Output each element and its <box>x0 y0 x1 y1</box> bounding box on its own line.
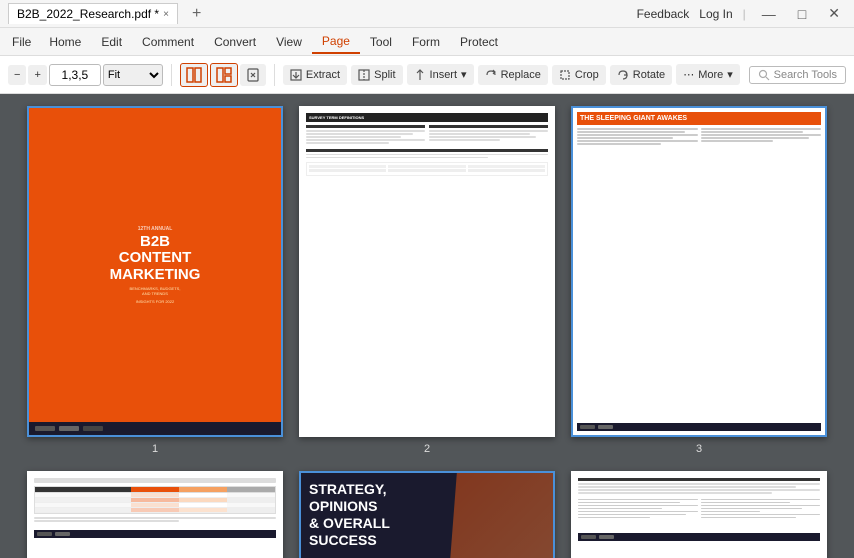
rotate-button[interactable]: Rotate <box>610 65 672 85</box>
more-button[interactable]: ⋯ More ▾ <box>676 64 740 85</box>
search-icon <box>758 69 770 81</box>
separator: | <box>743 7 746 21</box>
zoom-dropdown[interactable]: Fit <box>103 64 163 86</box>
page-frame-3[interactable]: THE SLEEPING GIANT AWAKES <box>571 106 827 437</box>
title-bar-left: B2B_2022_Research.pdf * × + <box>8 3 207 24</box>
split-button[interactable]: Split <box>351 65 402 85</box>
rotate-icon <box>617 69 629 81</box>
pages-grid: 12TH ANNUAL B2BCONTENTMARKETING BENCHMAR… <box>27 106 827 558</box>
replace-button[interactable]: Replace <box>478 65 548 85</box>
file-menu[interactable]: File <box>4 35 39 49</box>
page-thumb-5: STRATEGY,OPINIONS& OVERALLSUCCESS 5 <box>299 471 555 558</box>
menu-bar: File Home Edit Comment Convert View Page… <box>0 28 854 56</box>
arrange-button-2[interactable] <box>210 63 238 87</box>
menu-page[interactable]: Page <box>312 30 360 54</box>
page-thumb-2: SURVEY TERM DEFINITIONS <box>299 106 555 455</box>
search-tools-label: Search Tools <box>774 69 837 81</box>
toolbar: − + Fit <box>0 56 854 94</box>
page-thumb-1: 12TH ANNUAL B2BCONTENTMARKETING BENCHMAR… <box>27 106 283 455</box>
minimize-button[interactable]: — <box>756 6 782 22</box>
replace-icon <box>485 69 497 81</box>
page-frame-1[interactable]: 12TH ANNUAL B2BCONTENTMARKETING BENCHMAR… <box>27 106 283 437</box>
zoom-input[interactable] <box>49 64 101 86</box>
page-thumb-6: 6 <box>571 471 827 558</box>
document-tab-title: B2B_2022_Research.pdf * <box>17 7 159 21</box>
feedback-button[interactable]: Feedback <box>637 7 690 21</box>
more-dropdown-arrow: ▾ <box>727 68 733 81</box>
zoom-in-button[interactable]: + <box>28 65 46 85</box>
title-bar: B2B_2022_Research.pdf * × + Feedback Log… <box>0 0 854 28</box>
menu-comment[interactable]: Comment <box>132 31 204 53</box>
page-frame-6[interactable] <box>571 471 827 558</box>
extract-icon <box>290 69 302 81</box>
page-frame-4[interactable] <box>27 471 283 558</box>
menu-home[interactable]: Home <box>39 31 91 53</box>
insert-button[interactable]: Insert ▾ <box>407 64 474 85</box>
search-tools-box[interactable]: Search Tools <box>749 66 846 84</box>
menu-convert[interactable]: Convert <box>204 31 266 53</box>
menu-form[interactable]: Form <box>402 31 450 53</box>
extract-button[interactable]: Extract <box>283 65 347 85</box>
insert-dropdown-arrow: ▾ <box>461 68 467 81</box>
login-button[interactable]: Log In <box>699 7 732 21</box>
zoom-controls: − + Fit <box>8 64 163 86</box>
crop-button[interactable]: Crop <box>552 65 606 85</box>
arrange-button-1[interactable] <box>180 63 208 87</box>
window-close-button[interactable]: ✕ <box>822 5 846 22</box>
menu-protect[interactable]: Protect <box>450 31 508 53</box>
maximize-button[interactable]: □ <box>792 6 812 22</box>
zoom-out-button[interactable]: − <box>8 65 26 85</box>
page-frame-5[interactable]: STRATEGY,OPINIONS& OVERALLSUCCESS <box>299 471 555 558</box>
toolbar-separator-2 <box>274 64 275 86</box>
menu-view[interactable]: View <box>266 31 312 53</box>
document-tab[interactable]: B2B_2022_Research.pdf * × <box>8 3 178 24</box>
main-content: 12TH ANNUAL B2BCONTENTMARKETING BENCHMAR… <box>0 94 854 558</box>
page-num-3: 3 <box>696 443 702 455</box>
menu-tool[interactable]: Tool <box>360 31 402 53</box>
pages-icon-1 <box>186 67 202 83</box>
toolbar-separator-1 <box>171 64 172 86</box>
page-thumb-4: 4 <box>27 471 283 558</box>
delete-page-button[interactable] <box>240 64 266 86</box>
insert-icon <box>414 69 426 81</box>
split-icon <box>358 69 370 81</box>
menu-edit[interactable]: Edit <box>91 31 132 53</box>
page-num-2: 2 <box>424 443 430 455</box>
new-tab-button[interactable]: + <box>186 5 207 23</box>
delete-icon <box>246 68 260 82</box>
crop-icon <box>559 69 571 81</box>
page-frame-2[interactable]: SURVEY TERM DEFINITIONS <box>299 106 555 437</box>
page-arrange-group <box>180 63 266 87</box>
close-tab-button[interactable]: × <box>163 9 169 20</box>
title-bar-right: Feedback Log In | — □ ✕ <box>637 5 846 22</box>
page-num-1: 1 <box>152 443 158 455</box>
page-thumb-3: THE SLEEPING GIANT AWAKES <box>571 106 827 455</box>
pages-icon-2 <box>216 67 232 83</box>
